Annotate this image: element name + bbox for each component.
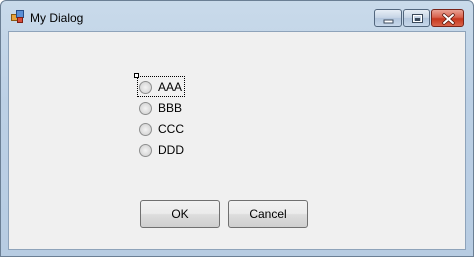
maximize-button[interactable]	[403, 9, 430, 27]
radio-option-ddd[interactable]: DDD	[139, 142, 229, 158]
dialog-client-area: AAA BBB CCC DDD OK Cancel	[8, 31, 466, 250]
minimize-icon	[383, 19, 394, 24]
window-title: My Dialog	[30, 11, 84, 25]
radio-option-aaa[interactable]: AAA	[139, 79, 229, 95]
app-icon	[11, 10, 25, 24]
close-button[interactable]	[431, 9, 464, 27]
ok-button[interactable]: OK	[140, 200, 220, 228]
radio-option-ccc[interactable]: CCC	[139, 121, 229, 137]
radio-button-icon[interactable]	[139, 122, 152, 136]
radio-label: BBB	[158, 101, 183, 115]
radio-label: DDD	[158, 143, 184, 157]
radio-button-icon[interactable]	[139, 101, 152, 115]
cancel-button[interactable]: Cancel	[228, 200, 308, 228]
radio-label: CCC	[158, 122, 184, 136]
dialog-window: My Dialog AAA BBB CCC DDD OK Cancel	[0, 0, 474, 257]
selection-handle[interactable]	[134, 73, 139, 78]
radio-button-icon[interactable]	[139, 80, 152, 94]
title-bar[interactable]: My Dialog	[1, 1, 473, 31]
radio-label: AAA	[158, 80, 183, 94]
radio-option-bbb[interactable]: BBB	[139, 100, 229, 116]
maximize-icon	[412, 14, 423, 23]
radio-button-icon[interactable]	[139, 143, 152, 157]
close-icon	[442, 13, 455, 25]
minimize-button[interactable]	[374, 9, 402, 27]
